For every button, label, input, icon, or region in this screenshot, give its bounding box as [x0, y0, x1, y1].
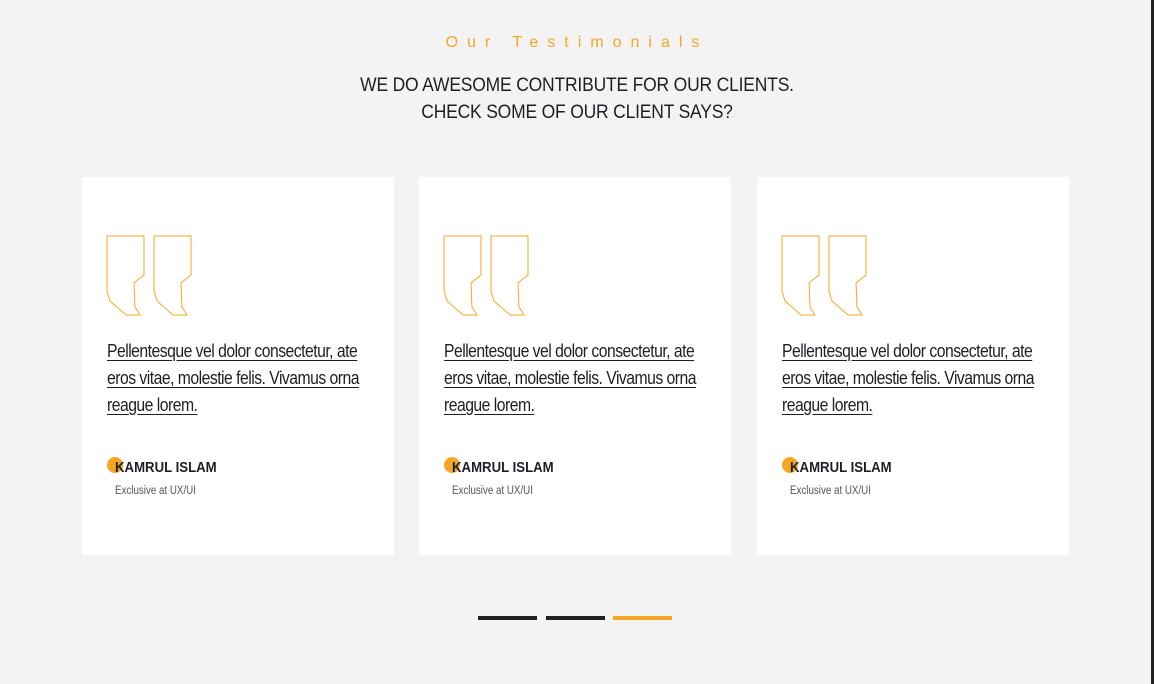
- headline-line-1: WE DO AWESOME CONTRIBUTE FOR OUR CLIENTS…: [360, 75, 794, 96]
- testimonial-carousel: Pellentesque vel dolor consectetur, ate …: [82, 177, 1069, 555]
- author-name: KAMRUL ISLAM: [115, 459, 217, 476]
- testimonial-quote[interactable]: Pellentesque vel dolor consectetur, ate …: [107, 337, 379, 418]
- testimonial-card: Pellentesque vel dolor consectetur, ate …: [757, 177, 1069, 555]
- quote-icon: [443, 235, 529, 316]
- author-name: KAMRUL ISLAM: [790, 459, 892, 476]
- author-name: KAMRUL ISLAM: [452, 459, 554, 476]
- testimonial-quote[interactable]: Pellentesque vel dolor consectetur, ate …: [782, 337, 1054, 418]
- author-role: Exclusive at UX/UI: [452, 485, 533, 497]
- testimonials-section: Our Testimonials WE DO AWESOME CONTRIBUT…: [0, 0, 1154, 684]
- testimonial-card: Pellentesque vel dolor consectetur, ate …: [82, 177, 394, 555]
- headline-line-2: CHECK SOME OF OUR CLIENT SAYS?: [421, 102, 733, 123]
- carousel-pagination: [478, 616, 678, 620]
- section-eyebrow: Our Testimonials: [445, 34, 709, 51]
- pagination-dot-1[interactable]: [478, 616, 537, 620]
- testimonial-quote[interactable]: Pellentesque vel dolor consectetur, ate …: [444, 337, 716, 418]
- section-headline: WE DO AWESOME CONTRIBUTE FOR OUR CLIENTS…: [46, 72, 1108, 126]
- quote-icon: [106, 235, 192, 316]
- testimonial-card: Pellentesque vel dolor consectetur, ate …: [419, 177, 731, 555]
- author-role: Exclusive at UX/UI: [115, 485, 196, 497]
- quote-icon: [781, 235, 867, 316]
- author-role: Exclusive at UX/UI: [790, 485, 871, 497]
- pagination-dot-3[interactable]: [613, 616, 672, 620]
- pagination-dot-2[interactable]: [546, 616, 605, 620]
